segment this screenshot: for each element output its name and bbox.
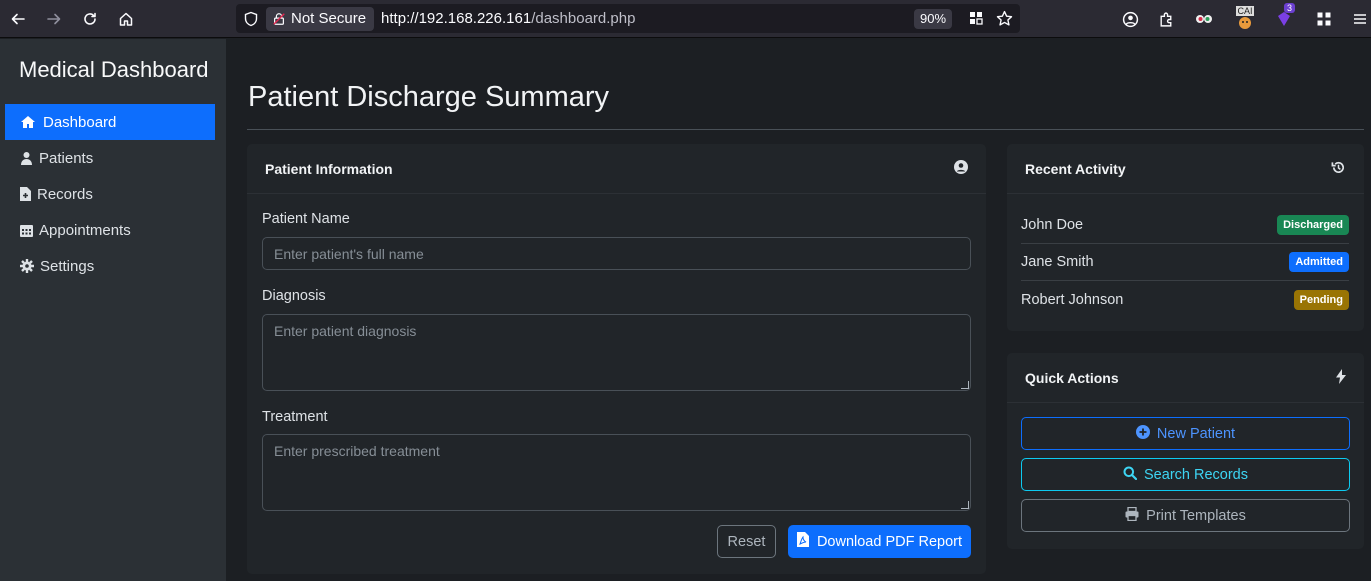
extension-eyes-icon[interactable] [1194, 9, 1214, 29]
sidebar-item-dashboard[interactable]: Dashboard [5, 104, 215, 140]
recent-activity-card: Recent Activity John Doe Discharged Jane… [1007, 144, 1364, 331]
quick-actions-header: Quick Actions [1007, 353, 1364, 403]
forward-button[interactable] [36, 0, 72, 38]
new-patient-label: New Patient [1156, 425, 1236, 442]
not-secure-label: Not Secure [291, 10, 367, 27]
status-badge: Admitted [1289, 252, 1349, 272]
reset-button-label: Reset [727, 533, 766, 550]
extension-cat-label: CAI [1236, 6, 1254, 16]
recent-activity-title: Recent Activity [1025, 160, 1126, 177]
url-text[interactable]: http://192.168.226.161/dashboard.php [381, 10, 635, 27]
search-icon [1123, 466, 1138, 484]
site-security-indicator[interactable]: Not Secure [266, 6, 375, 31]
patient-info-header: Patient Information [247, 144, 986, 194]
sidebar-item-label: Settings [40, 257, 95, 275]
brand-title: Medical Dashboard [19, 57, 209, 82]
sidebar: Medical Dashboard Dashboard Patients Rec… [0, 39, 226, 581]
tracking-shield-icon[interactable] [236, 11, 266, 27]
reload-button[interactable] [72, 0, 108, 38]
sidebar-item-patients[interactable]: Patients [5, 140, 215, 176]
extensions-puzzle-icon[interactable] [1156, 9, 1176, 29]
quick-actions-card: Quick Actions New Patient Search Records… [1007, 353, 1364, 549]
zoom-indicator[interactable]: 90% [914, 9, 953, 29]
file-medical-icon [19, 187, 31, 201]
new-patient-button[interactable]: New Patient [1021, 417, 1350, 450]
recent-activity-header: Recent Activity [1007, 144, 1364, 194]
page-title: Patient Discharge Summary [248, 81, 610, 113]
sidebar-item-label: Appointments [39, 221, 131, 239]
arrow-left-icon [11, 13, 25, 24]
sidebar-item-settings[interactable]: Settings [5, 248, 215, 284]
gear-icon [19, 259, 34, 273]
url-host: http://192.168.226.161 [381, 10, 532, 27]
activity-item[interactable]: Robert Johnson Pending [1021, 281, 1349, 318]
diagnosis-textarea[interactable] [262, 314, 971, 391]
treatment-textarea[interactable] [262, 434, 971, 511]
home-icon [19, 115, 37, 129]
reset-button[interactable]: Reset [717, 525, 776, 558]
file-pdf-icon [796, 532, 809, 551]
print-templates-label: Print Templates [1146, 507, 1246, 524]
plus-circle-icon [1135, 424, 1150, 443]
printer-icon [1125, 506, 1139, 525]
user-injured-icon [19, 151, 33, 165]
account-icon[interactable] [1120, 9, 1140, 29]
url-bar[interactable]: Not Secure http://192.168.226.161/dashbo… [236, 4, 1020, 33]
extension-cat-icon[interactable]: CAI [1234, 4, 1256, 32]
patient-info-title: Patient Information [265, 160, 393, 177]
search-records-label: Search Records [1144, 466, 1248, 483]
activity-patient-name: Jane Smith [1021, 254, 1094, 270]
house-icon [119, 12, 133, 26]
download-pdf-button[interactable]: Download PDF Report [788, 525, 971, 558]
download-pdf-label: Download PDF Report [816, 533, 963, 550]
quick-actions-title: Quick Actions [1025, 369, 1119, 386]
patient-name-label: Patient Name [262, 211, 350, 227]
activity-item[interactable]: Jane Smith Admitted [1021, 244, 1349, 281]
sidebar-item-label: Patients [39, 149, 94, 167]
status-badge: Discharged [1277, 215, 1349, 235]
treatment-label: Treatment [262, 409, 328, 425]
resize-grip-icon[interactable] [961, 501, 969, 509]
back-button[interactable] [0, 0, 36, 38]
user-circle-icon [954, 160, 968, 177]
activity-patient-name: John Doe [1021, 217, 1084, 233]
sidebar-item-records[interactable]: Records [5, 176, 215, 212]
bolt-icon [1336, 368, 1346, 387]
hamburger-menu-icon[interactable] [1350, 9, 1370, 29]
browser-toolbar: Not Secure http://192.168.226.161/dashbo… [0, 0, 1371, 38]
title-divider [247, 129, 1364, 130]
search-records-button[interactable]: Search Records [1021, 458, 1350, 491]
diagnosis-label: Diagnosis [262, 288, 326, 304]
extension-shield-icon[interactable]: 3 [1274, 3, 1296, 29]
patient-name-input[interactable] [262, 237, 971, 270]
status-badge: Pending [1293, 289, 1349, 310]
reader-view-icon[interactable] [968, 10, 984, 31]
calendar-icon [19, 223, 33, 237]
bookmark-star-icon[interactable] [996, 10, 1013, 32]
print-templates-button[interactable]: Print Templates [1021, 499, 1350, 532]
extension-badge-count: 3 [1284, 3, 1296, 13]
arrow-right-icon [47, 13, 61, 24]
patient-info-card: Patient Information Patient Name Diagnos… [247, 144, 986, 574]
activity-item[interactable]: John Doe Discharged [1021, 207, 1349, 244]
activity-patient-name: Robert Johnson [1021, 291, 1124, 308]
sidebar-item-label: Dashboard [43, 113, 117, 131]
resize-grip-icon[interactable] [961, 381, 969, 389]
sidebar-item-label: Records [37, 185, 93, 203]
home-button[interactable] [108, 0, 144, 38]
apps-grid-icon[interactable] [1314, 9, 1334, 29]
history-icon [1331, 160, 1346, 178]
insecure-lock-icon [273, 12, 285, 25]
treatment-wrapper [247, 434, 986, 511]
diagnosis-wrapper [247, 314, 986, 391]
reload-icon [84, 12, 96, 25]
sidebar-item-appointments[interactable]: Appointments [5, 212, 215, 248]
url-path: /dashboard.php [531, 10, 636, 27]
